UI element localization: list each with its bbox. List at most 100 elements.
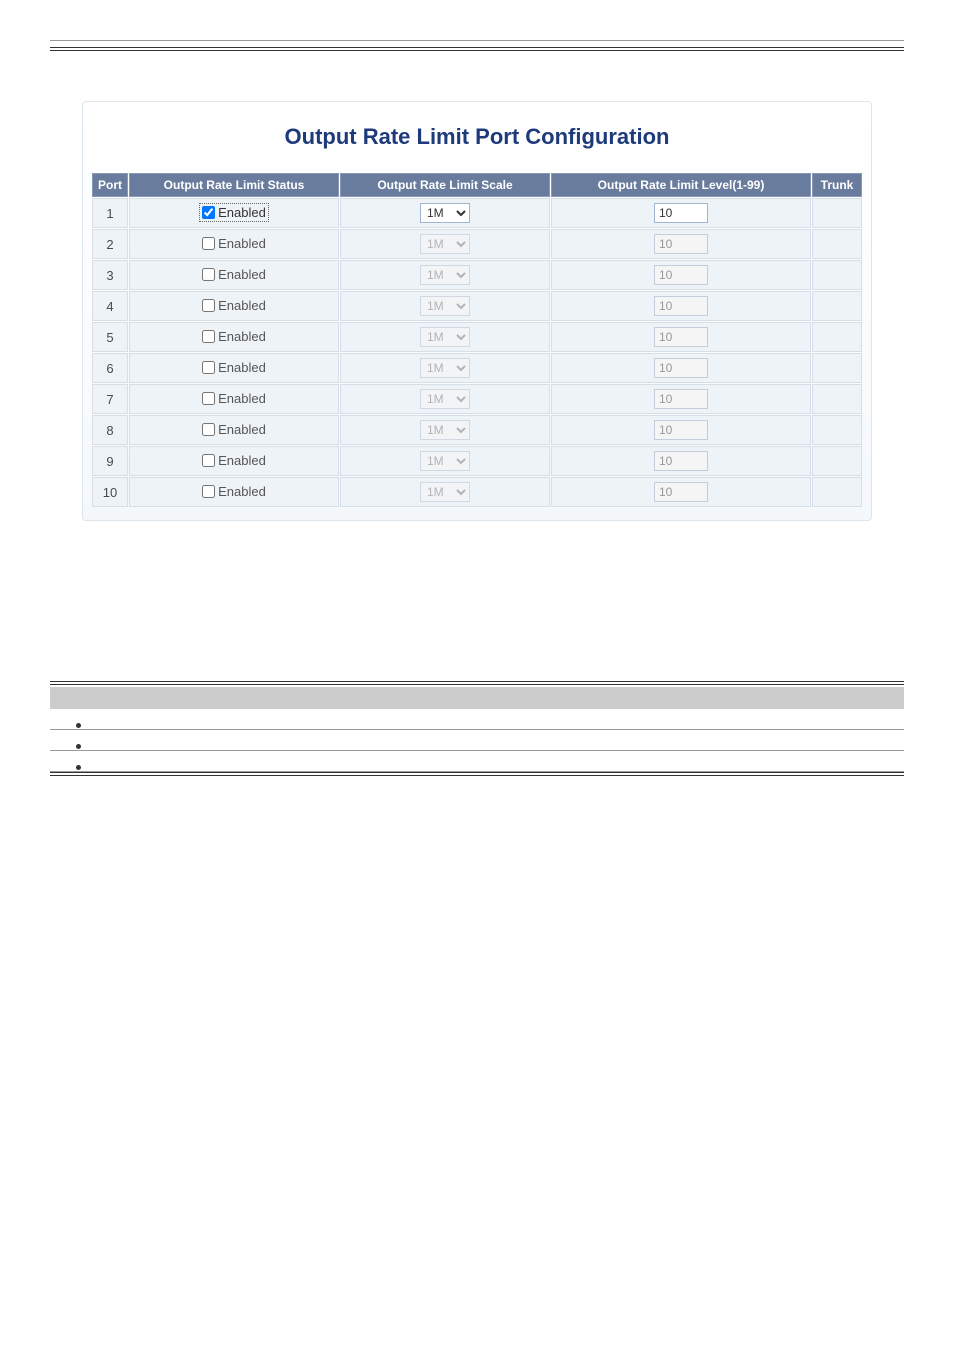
- scale-select[interactable]: 1M: [420, 358, 470, 378]
- level-cell: [551, 291, 811, 321]
- level-cell: [551, 353, 811, 383]
- header-level: Output Rate Limit Level(1-99): [551, 173, 811, 197]
- bullet-icon: [76, 744, 81, 749]
- bullet-row-1: [50, 709, 904, 730]
- trunk-cell: [812, 260, 862, 290]
- status-cell: Enabled: [129, 260, 339, 290]
- trunk-cell: [812, 477, 862, 507]
- level-input[interactable]: [654, 327, 708, 347]
- level-cell: [551, 322, 811, 352]
- scale-select[interactable]: 1M: [420, 451, 470, 471]
- status-cell: Enabled: [129, 477, 339, 507]
- scale-cell: 1M: [340, 415, 550, 445]
- enabled-checkbox[interactable]: [202, 299, 215, 312]
- table-row: 5Enabled1M: [92, 322, 862, 352]
- scale-select[interactable]: 1M: [420, 234, 470, 254]
- trunk-cell: [812, 322, 862, 352]
- lower-double-divider-top: [50, 681, 904, 685]
- trunk-cell: [812, 229, 862, 259]
- enabled-checkbox-wrap[interactable]: Enabled: [202, 267, 266, 282]
- bullet-icon: [76, 723, 81, 728]
- enabled-checkbox[interactable]: [202, 206, 215, 219]
- enabled-checkbox[interactable]: [202, 330, 215, 343]
- port-cell: 8: [92, 415, 128, 445]
- port-cell: 7: [92, 384, 128, 414]
- level-input[interactable]: [654, 358, 708, 378]
- top-divider: [50, 40, 904, 41]
- enabled-checkbox[interactable]: [202, 423, 215, 436]
- enabled-checkbox[interactable]: [202, 392, 215, 405]
- enabled-checkbox-wrap[interactable]: Enabled: [201, 205, 267, 220]
- trunk-cell: [812, 198, 862, 228]
- level-cell: [551, 384, 811, 414]
- level-input[interactable]: [654, 203, 708, 223]
- trunk-cell: [812, 353, 862, 383]
- enabled-checkbox-wrap[interactable]: Enabled: [202, 329, 266, 344]
- scale-select[interactable]: 1M: [420, 482, 470, 502]
- scale-select[interactable]: 1M: [420, 296, 470, 316]
- level-input[interactable]: [654, 420, 708, 440]
- scale-cell: 1M: [340, 229, 550, 259]
- table-row: 1 Enabled 1M: [92, 198, 862, 228]
- enabled-checkbox[interactable]: [202, 454, 215, 467]
- scale-select[interactable]: 1M: [420, 327, 470, 347]
- enabled-checkbox[interactable]: [202, 268, 215, 281]
- enabled-checkbox[interactable]: [202, 485, 215, 498]
- level-input[interactable]: [654, 265, 708, 285]
- lower-double-divider-bottom: [50, 772, 904, 776]
- table-row: 4 Enabled 1M: [92, 291, 862, 321]
- table-row: 9Enabled1M: [92, 446, 862, 476]
- level-input[interactable]: [654, 482, 708, 502]
- level-cell: [551, 446, 811, 476]
- scale-select[interactable]: 1M: [420, 265, 470, 285]
- status-cell: Enabled: [129, 229, 339, 259]
- enabled-label: Enabled: [218, 298, 266, 313]
- enabled-label: Enabled: [218, 267, 266, 282]
- scale-select[interactable]: 1M: [420, 203, 470, 223]
- level-input[interactable]: [654, 451, 708, 471]
- bullet-row-3: [50, 751, 904, 772]
- scale-select[interactable]: 1M: [420, 420, 470, 440]
- enabled-checkbox-wrap[interactable]: Enabled: [202, 298, 266, 313]
- level-cell: [551, 477, 811, 507]
- bullet-row-2: [50, 730, 904, 751]
- scale-cell: 1M: [340, 291, 550, 321]
- table-row: 7 Enabled 1M: [92, 384, 862, 414]
- level-cell: [551, 229, 811, 259]
- enabled-checkbox-wrap[interactable]: Enabled: [202, 422, 266, 437]
- header-port: Port: [92, 173, 128, 197]
- trunk-cell: [812, 291, 862, 321]
- table-row: 6 Enabled 1M: [92, 353, 862, 383]
- trunk-cell: [812, 415, 862, 445]
- lower-section: [50, 681, 904, 776]
- status-cell: Enabled: [129, 353, 339, 383]
- enabled-label: Enabled: [218, 453, 266, 468]
- status-cell: Enabled: [129, 446, 339, 476]
- scale-cell: 1M: [340, 198, 550, 228]
- status-cell: Enabled: [129, 384, 339, 414]
- scale-select[interactable]: 1M: [420, 389, 470, 409]
- enabled-checkbox-wrap[interactable]: Enabled: [202, 484, 266, 499]
- lower-gray-bar: [50, 687, 904, 709]
- header-scale: Output Rate Limit Scale: [340, 173, 550, 197]
- bullet-icon: [76, 765, 81, 770]
- status-cell: Enabled: [129, 322, 339, 352]
- enabled-checkbox-wrap[interactable]: Enabled: [202, 391, 266, 406]
- config-panel: Output Rate Limit Port Configuration Por…: [82, 101, 872, 521]
- level-input[interactable]: [654, 389, 708, 409]
- port-cell: 4: [92, 291, 128, 321]
- enabled-checkbox-wrap[interactable]: Enabled: [202, 360, 266, 375]
- top-double-divider: [50, 47, 904, 51]
- table-row: 2 Enabled 1M: [92, 229, 862, 259]
- port-cell: 2: [92, 229, 128, 259]
- enabled-label: Enabled: [218, 391, 266, 406]
- port-cell: 1: [92, 198, 128, 228]
- enabled-checkbox[interactable]: [202, 237, 215, 250]
- enabled-checkbox-wrap[interactable]: Enabled: [202, 236, 266, 251]
- enabled-checkbox[interactable]: [202, 361, 215, 374]
- port-cell: 6: [92, 353, 128, 383]
- level-input[interactable]: [654, 234, 708, 254]
- enabled-checkbox-wrap[interactable]: Enabled: [202, 453, 266, 468]
- header-trunk: Trunk: [812, 173, 862, 197]
- level-input[interactable]: [654, 296, 708, 316]
